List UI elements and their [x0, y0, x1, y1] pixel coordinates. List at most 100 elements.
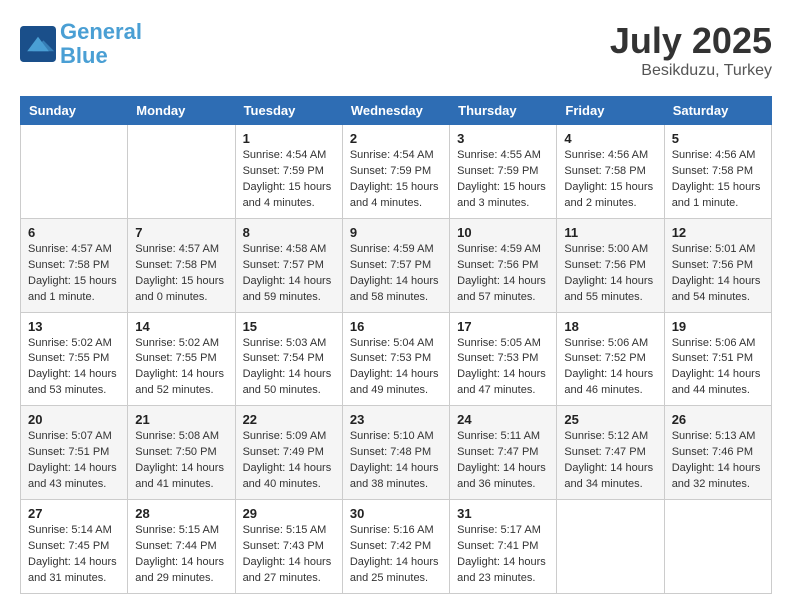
- calendar-cell: 11 Sunrise: 5:00 AM Sunset: 7:56 PM Dayli…: [557, 218, 664, 312]
- weekday-header: Thursday: [450, 97, 557, 125]
- day-number: 14: [135, 319, 227, 334]
- cell-info: Sunrise: 4:54 AM Sunset: 7:59 PM Dayligh…: [350, 148, 442, 212]
- day-number: 27: [28, 506, 120, 521]
- weekday-header: Tuesday: [235, 97, 342, 125]
- day-number: 22: [243, 412, 335, 427]
- day-number: 2: [350, 131, 442, 146]
- day-number: 15: [243, 319, 335, 334]
- calendar-cell: 2 Sunrise: 4:54 AM Sunset: 7:59 PM Daylig…: [342, 125, 449, 219]
- calendar-cell: [128, 125, 235, 219]
- day-number: 12: [672, 225, 764, 240]
- cell-info: Sunrise: 4:58 AM Sunset: 7:57 PM Dayligh…: [243, 242, 335, 306]
- weekday-header: Wednesday: [342, 97, 449, 125]
- day-number: 24: [457, 412, 549, 427]
- calendar-cell: 12 Sunrise: 5:01 AM Sunset: 7:56 PM Dayli…: [664, 218, 771, 312]
- calendar-cell: [664, 500, 771, 594]
- calendar-cell: 17 Sunrise: 5:05 AM Sunset: 7:53 PM Dayli…: [450, 312, 557, 406]
- day-number: 3: [457, 131, 549, 146]
- calendar-cell: 24 Sunrise: 5:11 AM Sunset: 7:47 PM Dayli…: [450, 406, 557, 500]
- calendar-cell: 25 Sunrise: 5:12 AM Sunset: 7:47 PM Dayli…: [557, 406, 664, 500]
- logo-icon: [20, 26, 56, 62]
- cell-info: Sunrise: 5:12 AM Sunset: 7:47 PM Dayligh…: [564, 429, 656, 493]
- day-number: 17: [457, 319, 549, 334]
- calendar-cell: 1 Sunrise: 4:54 AM Sunset: 7:59 PM Daylig…: [235, 125, 342, 219]
- day-number: 4: [564, 131, 656, 146]
- day-number: 23: [350, 412, 442, 427]
- calendar-cell: 29 Sunrise: 5:15 AM Sunset: 7:43 PM Dayli…: [235, 500, 342, 594]
- calendar-cell: 13 Sunrise: 5:02 AM Sunset: 7:55 PM Dayli…: [21, 312, 128, 406]
- cell-info: Sunrise: 4:54 AM Sunset: 7:59 PM Dayligh…: [243, 148, 335, 212]
- day-number: 18: [564, 319, 656, 334]
- cell-info: Sunrise: 5:02 AM Sunset: 7:55 PM Dayligh…: [135, 336, 227, 400]
- calendar-cell: 7Sunrise: 4:57 AM Sunset: 7:58 PM Daylig…: [128, 218, 235, 312]
- calendar-cell: 28 Sunrise: 5:15 AM Sunset: 7:44 PM Dayli…: [128, 500, 235, 594]
- calendar-header: SundayMondayTuesdayWednesdayThursdayFrid…: [21, 97, 772, 125]
- day-number: 8: [243, 225, 335, 240]
- cell-info: Sunrise: 4:56 AM Sunset: 7:58 PM Dayligh…: [672, 148, 764, 212]
- day-number: 29: [243, 506, 335, 521]
- weekday-row: SundayMondayTuesdayWednesdayThursdayFrid…: [21, 97, 772, 125]
- weekday-header: Sunday: [21, 97, 128, 125]
- day-number: 21: [135, 412, 227, 427]
- day-number: 16: [350, 319, 442, 334]
- calendar-row: 27 Sunrise: 5:14 AM Sunset: 7:45 PM Dayli…: [21, 500, 772, 594]
- calendar-row: 6 Sunrise: 4:57 AM Sunset: 7:58 PM Daylig…: [21, 218, 772, 312]
- logo: General Blue: [20, 20, 142, 68]
- weekday-header: Friday: [557, 97, 664, 125]
- day-number: 13: [28, 319, 120, 334]
- cell-info: Sunrise: 5:02 AM Sunset: 7:55 PM Dayligh…: [28, 336, 120, 400]
- calendar-body: 1 Sunrise: 4:54 AM Sunset: 7:59 PM Daylig…: [21, 125, 772, 594]
- calendar-cell: 15Sunrise: 5:03 AM Sunset: 7:54 PM Dayli…: [235, 312, 342, 406]
- day-number: 9: [350, 225, 442, 240]
- cell-info: Sunrise: 4:55 AM Sunset: 7:59 PM Dayligh…: [457, 148, 549, 212]
- day-number: 28: [135, 506, 227, 521]
- calendar-cell: 22Sunrise: 5:09 AM Sunset: 7:49 PM Dayli…: [235, 406, 342, 500]
- day-number: 11: [564, 225, 656, 240]
- page-header: General Blue July 2025 Besikduzu, Turkey: [20, 20, 772, 80]
- calendar-cell: 3 Sunrise: 4:55 AM Sunset: 7:59 PM Daylig…: [450, 125, 557, 219]
- calendar-cell: 27 Sunrise: 5:14 AM Sunset: 7:45 PM Dayli…: [21, 500, 128, 594]
- cell-info: Sunrise: 4:59 AM Sunset: 7:57 PM Dayligh…: [350, 242, 442, 306]
- calendar-cell: 10Sunrise: 4:59 AM Sunset: 7:56 PM Dayli…: [450, 218, 557, 312]
- day-number: 20: [28, 412, 120, 427]
- day-number: 25: [564, 412, 656, 427]
- day-number: 5: [672, 131, 764, 146]
- cell-info: Sunrise: 5:11 AM Sunset: 7:47 PM Dayligh…: [457, 429, 549, 493]
- title-block: July 2025 Besikduzu, Turkey: [610, 20, 772, 80]
- calendar-cell: [21, 125, 128, 219]
- day-number: 1: [243, 131, 335, 146]
- calendar-cell: 4 Sunrise: 4:56 AM Sunset: 7:58 PM Daylig…: [557, 125, 664, 219]
- cell-info: Sunrise: 5:05 AM Sunset: 7:53 PM Dayligh…: [457, 336, 549, 400]
- cell-info: Sunrise: 5:06 AM Sunset: 7:52 PM Dayligh…: [564, 336, 656, 400]
- day-number: 30: [350, 506, 442, 521]
- calendar-row: 13 Sunrise: 5:02 AM Sunset: 7:55 PM Dayli…: [21, 312, 772, 406]
- calendar-cell: [557, 500, 664, 594]
- cell-info: Sunrise: 5:01 AM Sunset: 7:56 PM Dayligh…: [672, 242, 764, 306]
- cell-info: Sunrise: 5:14 AM Sunset: 7:45 PM Dayligh…: [28, 523, 120, 587]
- weekday-header: Monday: [128, 97, 235, 125]
- cell-info: Sunrise: 4:56 AM Sunset: 7:58 PM Dayligh…: [564, 148, 656, 212]
- cell-info: Sunrise: 5:15 AM Sunset: 7:44 PM Dayligh…: [135, 523, 227, 587]
- cell-info: Sunrise: 5:15 AM Sunset: 7:43 PM Dayligh…: [243, 523, 335, 587]
- logo-line1: General: [60, 19, 142, 44]
- month-year: July 2025: [610, 20, 772, 62]
- day-number: 10: [457, 225, 549, 240]
- cell-info: Sunrise: 5:04 AM Sunset: 7:53 PM Dayligh…: [350, 336, 442, 400]
- calendar-cell: 18 Sunrise: 5:06 AM Sunset: 7:52 PM Dayli…: [557, 312, 664, 406]
- cell-info: Sunrise: 4:57 AM Sunset: 7:58 PM Dayligh…: [135, 242, 227, 306]
- calendar-cell: 31Sunrise: 5:17 AM Sunset: 7:41 PM Dayli…: [450, 500, 557, 594]
- cell-info: Sunrise: 5:13 AM Sunset: 7:46 PM Dayligh…: [672, 429, 764, 493]
- calendar-cell: 26Sunrise: 5:13 AM Sunset: 7:46 PM Dayli…: [664, 406, 771, 500]
- cell-info: Sunrise: 4:57 AM Sunset: 7:58 PM Dayligh…: [28, 242, 120, 306]
- calendar-row: 20Sunrise: 5:07 AM Sunset: 7:51 PM Dayli…: [21, 406, 772, 500]
- cell-info: Sunrise: 5:10 AM Sunset: 7:48 PM Dayligh…: [350, 429, 442, 493]
- day-number: 6: [28, 225, 120, 240]
- calendar-cell: 30 Sunrise: 5:16 AM Sunset: 7:42 PM Dayli…: [342, 500, 449, 594]
- cell-info: Sunrise: 5:00 AM Sunset: 7:56 PM Dayligh…: [564, 242, 656, 306]
- weekday-header: Saturday: [664, 97, 771, 125]
- calendar-cell: 20Sunrise: 5:07 AM Sunset: 7:51 PM Dayli…: [21, 406, 128, 500]
- calendar-table: SundayMondayTuesdayWednesdayThursdayFrid…: [20, 96, 772, 594]
- calendar-row: 1 Sunrise: 4:54 AM Sunset: 7:59 PM Daylig…: [21, 125, 772, 219]
- cell-info: Sunrise: 5:16 AM Sunset: 7:42 PM Dayligh…: [350, 523, 442, 587]
- calendar-cell: 21Sunrise: 5:08 AM Sunset: 7:50 PM Dayli…: [128, 406, 235, 500]
